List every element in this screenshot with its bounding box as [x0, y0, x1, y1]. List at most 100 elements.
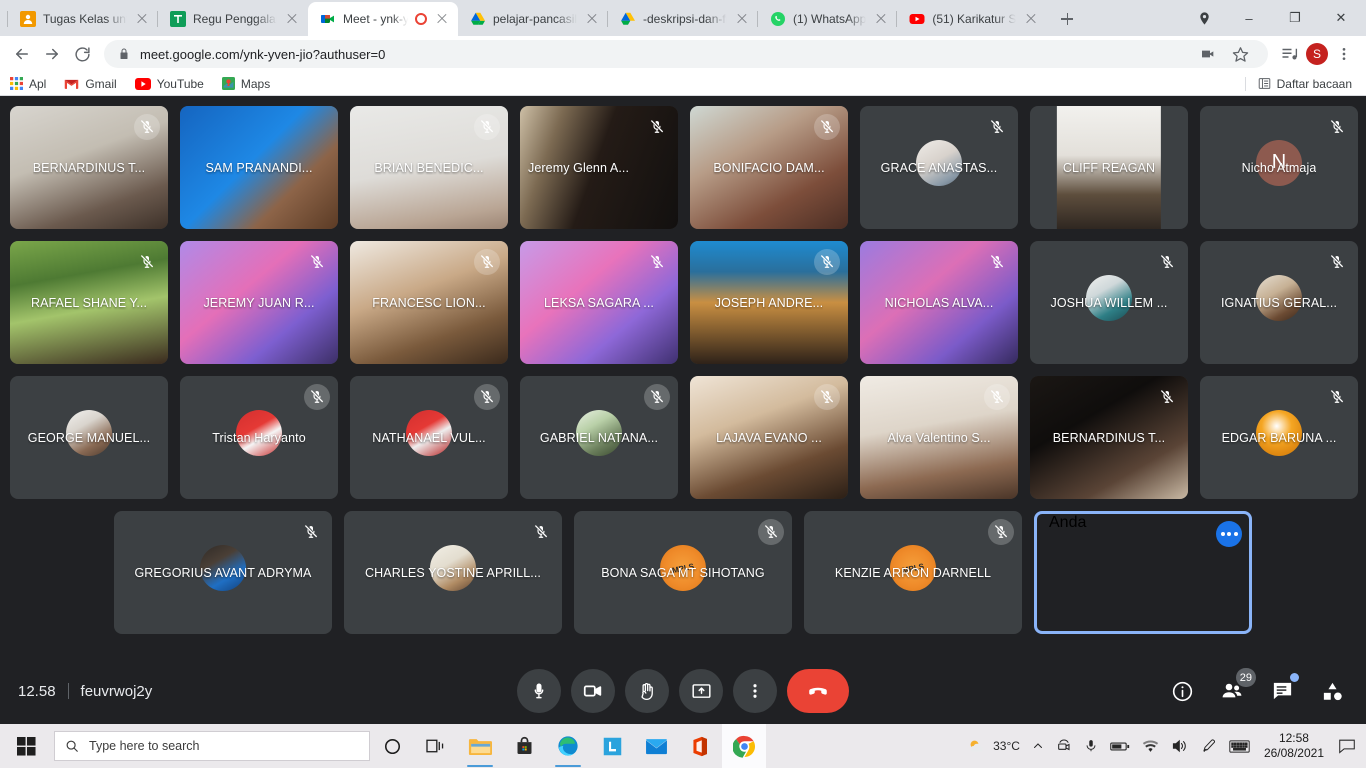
reload-button[interactable]: [68, 40, 96, 68]
address-bar[interactable]: meet.google.com/ynk-yven-jio?authuser=0: [104, 40, 1268, 68]
close-icon[interactable]: [584, 11, 600, 27]
bookmark-gmail[interactable]: Gmail: [64, 76, 117, 91]
location-pin-icon[interactable]: [1194, 8, 1214, 28]
show-everyone-button[interactable]: 29: [1216, 668, 1256, 707]
file-explorer-icon[interactable]: [458, 724, 502, 768]
pen-icon[interactable]: [1195, 724, 1223, 768]
notification-icon[interactable]: [1332, 724, 1362, 768]
participant-tile[interactable]: BRIAN BENEDIC...: [350, 106, 508, 229]
browser-tab[interactable]: Tugas Kelas untuk: [7, 2, 158, 36]
camera-tray-icon[interactable]: [1050, 724, 1078, 768]
chevron-up-icon[interactable]: [1026, 724, 1050, 768]
participant-tile[interactable]: N Nicho Atmaja: [1200, 106, 1358, 229]
cortana-icon[interactable]: [370, 724, 414, 768]
participant-tile[interactable]: GRACE ANASTAS...: [860, 106, 1018, 229]
participant-tile[interactable]: JOSEPH ANDRE...: [690, 241, 848, 364]
weather-widget[interactable]: 33°C: [961, 724, 1026, 768]
start-button[interactable]: [2, 724, 50, 768]
mic-off-icon: [1154, 249, 1180, 275]
mic-off-icon: [304, 384, 330, 410]
back-button[interactable]: [8, 40, 36, 68]
participant-tile[interactable]: JEREMY JUAN R...: [180, 241, 338, 364]
camera-button[interactable]: [571, 669, 615, 713]
taskbar-clock[interactable]: 12:58 26/08/2021: [1256, 731, 1332, 761]
more-options-button[interactable]: [733, 669, 777, 713]
participant-tile[interactable]: GREGORIUS AVANT ADRYMA: [114, 511, 332, 634]
bookmark-maps[interactable]: Maps: [221, 77, 270, 91]
bookmark-star-icon[interactable]: [1226, 40, 1254, 68]
chat-button[interactable]: [1266, 673, 1299, 707]
participant-tile[interactable]: BONIFACIO DAM...: [690, 106, 848, 229]
participant-tile[interactable]: BERNARDINUS T...: [10, 106, 168, 229]
profile-avatar[interactable]: S: [1306, 43, 1328, 65]
media-cast-icon[interactable]: [1194, 40, 1222, 68]
close-icon[interactable]: [873, 11, 889, 27]
present-screen-button[interactable]: [679, 669, 723, 713]
close-icon[interactable]: [434, 11, 450, 27]
browser-tab[interactable]: -deskripsi-dan-fil: [607, 2, 758, 36]
browser-tab[interactable]: (51) Karikatur Sej: [896, 2, 1047, 36]
close-icon[interactable]: [734, 11, 750, 27]
participant-tile[interactable]: CLIFF REAGAN: [1030, 106, 1188, 229]
participant-tile[interactable]: Alva Valentino S...: [860, 376, 1018, 499]
participant-tile[interactable]: Jeremy Glenn A...: [520, 106, 678, 229]
microphone-tray-icon[interactable]: [1078, 724, 1104, 768]
browser-tab[interactable]: (1) WhatsApp: [756, 2, 897, 36]
microsoft-edge-icon[interactable]: [546, 724, 590, 768]
close-icon[interactable]: [1023, 11, 1039, 27]
google-chrome-icon[interactable]: [722, 724, 766, 768]
participant-tile[interactable]: MPLS BONA SAGA MT SIHOTANG: [574, 511, 792, 634]
minimize-button[interactable]: –: [1226, 2, 1272, 34]
battery-icon[interactable]: [1104, 724, 1136, 768]
new-tab-button[interactable]: [1053, 5, 1081, 33]
participant-tile[interactable]: BERNARDINUS T...: [1030, 376, 1188, 499]
close-icon[interactable]: [284, 11, 300, 27]
microphone-button[interactable]: [517, 669, 561, 713]
browser-tab[interactable]: pelajar-pancasila-: [458, 2, 608, 36]
bookmark-youtube[interactable]: YouTube: [134, 77, 204, 91]
microsoft-store-icon[interactable]: [502, 724, 546, 768]
lenovo-icon[interactable]: [590, 724, 634, 768]
participant-tile[interactable]: Tristan Haryanto: [180, 376, 338, 499]
participant-tile[interactable]: MPLS KENZIE ARRON DARNELL: [804, 511, 1022, 634]
reading-list-button[interactable]: Daftar bacaan: [1244, 76, 1356, 91]
participant-tile[interactable]: GABRIEL NATANA...: [520, 376, 678, 499]
participant-tile[interactable]: SAM PRANANDI...: [180, 106, 338, 229]
forward-button[interactable]: [38, 40, 66, 68]
self-video-tile[interactable]: Anda: [1034, 511, 1252, 634]
activities-button[interactable]: [1316, 675, 1348, 707]
browser-tab[interactable]: Regu Penggalang: [157, 2, 308, 36]
participant-tile[interactable]: IGNATIUS GERAL...: [1200, 241, 1358, 364]
participant-tile[interactable]: LAJAVA EVANO ...: [690, 376, 848, 499]
keyboard-icon[interactable]: [1223, 724, 1256, 768]
participant-tile[interactable]: CHARLES YOSTINE APRILL...: [344, 511, 562, 634]
participant-tile[interactable]: RAFAEL SHANE Y...: [10, 241, 168, 364]
recording-indicator-icon[interactable]: [415, 13, 427, 25]
leave-call-button[interactable]: [787, 669, 849, 713]
bookmark-label: Gmail: [85, 76, 117, 91]
mail-icon[interactable]: [634, 724, 678, 768]
office-icon[interactable]: [678, 724, 722, 768]
participant-tile[interactable]: JOSHUA WILLEM ...: [1030, 241, 1188, 364]
maximize-button[interactable]: ❐: [1272, 2, 1318, 34]
close-window-button[interactable]: ✕: [1318, 2, 1364, 34]
raise-hand-button[interactable]: [625, 669, 669, 713]
participant-tile[interactable]: EDGAR BARUNA ...: [1200, 376, 1358, 499]
bookmark-apps[interactable]: Apl: [10, 77, 46, 91]
media-controls-icon[interactable]: [1276, 40, 1304, 68]
participant-tile[interactable]: NATHANAEL VUL...: [350, 376, 508, 499]
close-icon[interactable]: [134, 11, 150, 27]
meeting-details-button[interactable]: [1166, 675, 1198, 707]
chrome-menu-icon[interactable]: [1330, 40, 1358, 68]
volume-icon[interactable]: [1165, 724, 1195, 768]
self-tile-options-button[interactable]: [1216, 521, 1242, 547]
meeting-time: 12.58: [18, 682, 56, 700]
participant-tile[interactable]: GEORGE MANUEL...: [10, 376, 168, 499]
taskbar-search-input[interactable]: Type here to search: [54, 731, 370, 761]
browser-tab-active[interactable]: Meet - ynk-y: [308, 2, 458, 36]
wifi-icon[interactable]: [1136, 724, 1165, 768]
task-view-icon[interactable]: [414, 724, 458, 768]
participant-tile[interactable]: NICHOLAS ALVA...: [860, 241, 1018, 364]
participant-tile[interactable]: FRANCESC LION...: [350, 241, 508, 364]
participant-tile[interactable]: LEKSA SAGARA ...: [520, 241, 678, 364]
